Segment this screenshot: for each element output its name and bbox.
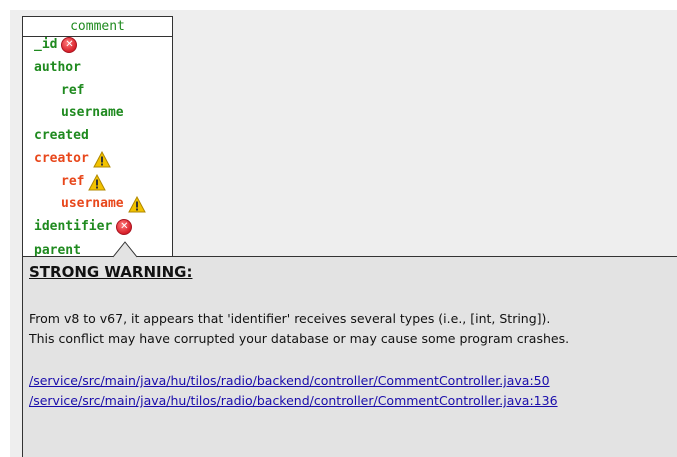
- error-icon[interactable]: ✕: [61, 37, 78, 53]
- error-icon[interactable]: ✕: [116, 219, 133, 235]
- tooltip-message-line: This conflict may have corrupted your da…: [29, 331, 570, 346]
- field-identifier[interactable]: identifier ✕: [34, 217, 133, 237]
- field-label: created: [34, 128, 89, 143]
- field-label: username: [61, 196, 124, 211]
- field-label: identifier: [34, 219, 113, 234]
- field-author-ref[interactable]: ref: [61, 81, 84, 101]
- field-label: ref: [61, 83, 85, 98]
- field-label: _id: [34, 37, 58, 52]
- field-creator-ref[interactable]: ref: [61, 172, 107, 192]
- tooltip-message: From v8 to v67, it appears that 'identif…: [29, 309, 569, 349]
- warning-icon[interactable]: [127, 195, 146, 213]
- tooltip-message-line: From v8 to v67, it appears that 'identif…: [29, 311, 551, 326]
- field-creator[interactable]: creator: [34, 149, 111, 169]
- warning-icon[interactable]: [88, 173, 107, 191]
- entity-box-comment[interactable]: comment _id ✕ author ref username create…: [22, 16, 173, 260]
- tooltip-pointer: [113, 241, 138, 258]
- field-author-username[interactable]: username: [61, 103, 124, 123]
- source-link[interactable]: /service/src/main/java/hu/tilos/radio/ba…: [29, 391, 558, 411]
- field-label: creator: [34, 151, 89, 166]
- entity-title: comment: [23, 17, 172, 37]
- field-created[interactable]: created: [34, 126, 89, 146]
- warning-icon[interactable]: [92, 150, 111, 168]
- field-label: username: [61, 105, 124, 120]
- field-label: ref: [61, 174, 85, 189]
- source-link[interactable]: /service/src/main/java/hu/tilos/radio/ba…: [29, 371, 558, 391]
- field-label: author: [34, 60, 81, 75]
- warning-tooltip: STRONG WARNING: From v8 to v67, it appea…: [22, 256, 677, 457]
- field-author[interactable]: author: [34, 58, 81, 78]
- tooltip-links: /service/src/main/java/hu/tilos/radio/ba…: [29, 371, 558, 411]
- field-id[interactable]: _id ✕: [34, 35, 78, 55]
- field-creator-username[interactable]: username: [61, 194, 146, 214]
- tooltip-title: STRONG WARNING:: [29, 263, 193, 281]
